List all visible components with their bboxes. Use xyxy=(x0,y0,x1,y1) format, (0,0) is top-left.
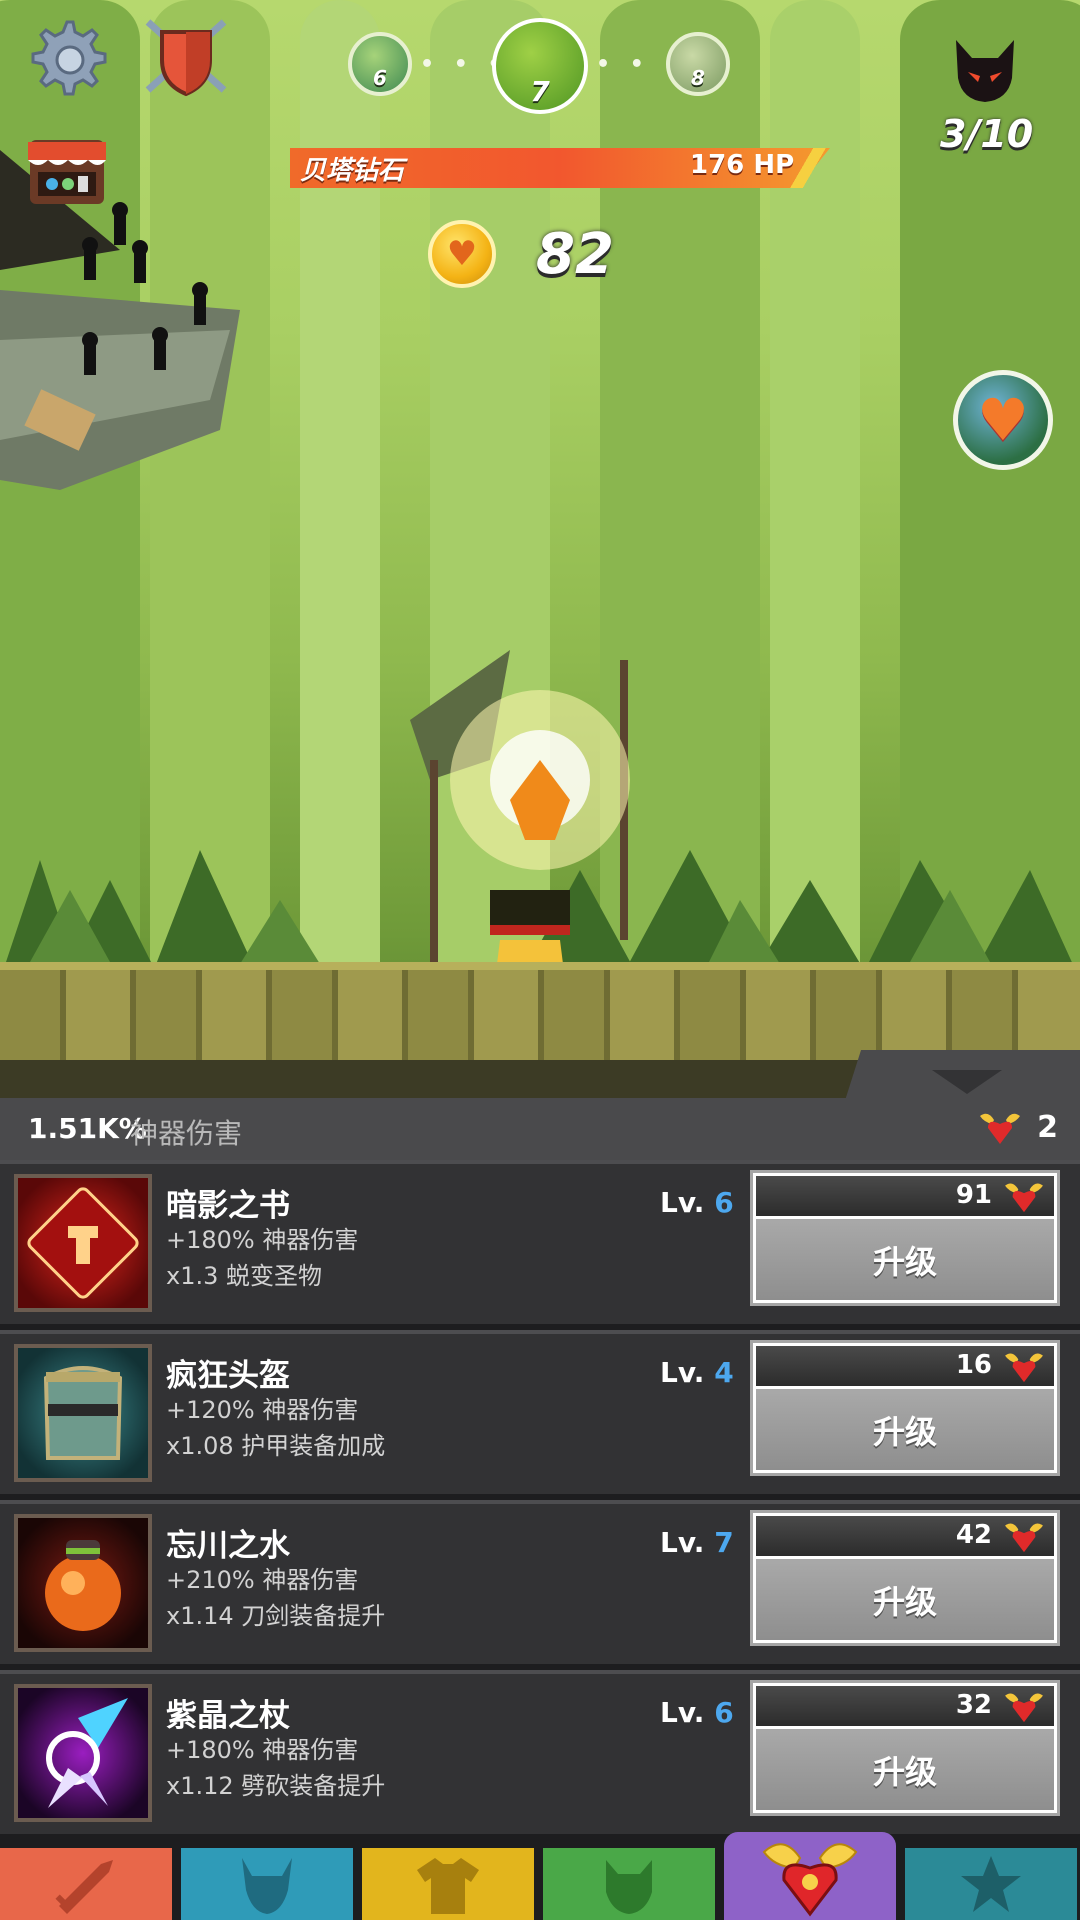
artifact-level: Lv. 7 xyxy=(660,1526,734,1559)
nav-tab-equipment[interactable] xyxy=(362,1848,534,1920)
nav-tab-ranking[interactable] xyxy=(905,1848,1077,1920)
upgrade-cost-bar: 42 xyxy=(756,1516,1054,1556)
boss-hp-value: 176 HP xyxy=(690,150,795,180)
artifact-level: Lv. 4 xyxy=(660,1356,734,1389)
winged-heart-gem-icon xyxy=(1005,1693,1043,1723)
upgrade-cost-bar: 32 xyxy=(756,1686,1054,1726)
upgrade-box: 32 升级 xyxy=(750,1680,1060,1816)
artifact-bonus: +180% 神器伤害 xyxy=(166,1226,359,1254)
total-damage-label: 神器伤害 xyxy=(130,1117,243,1150)
gear-icon[interactable] xyxy=(26,16,108,98)
artifact-name: 暗影之书 xyxy=(166,1188,290,1224)
artifact-row: 紫晶之杖 +180% 神器伤害 x1.12 劈砍装备提升 Lv. 6 32 升级 xyxy=(0,1670,1080,1834)
pet-icon xyxy=(606,1860,652,1914)
amethyst-staff-icon xyxy=(14,1684,152,1822)
artifact-effect: x1.12 劈砍装备提升 xyxy=(166,1772,386,1800)
artifact-row: 疯狂头盔 +120% 神器伤害 x1.08 护甲装备加成 Lv. 4 16 升级 xyxy=(0,1330,1080,1494)
helmet-icon xyxy=(14,1344,152,1482)
nav-tab-sword[interactable] xyxy=(0,1848,172,1920)
artifact-effect: x1.3 蜕变圣物 xyxy=(166,1262,322,1290)
upgrade-cost: 91 xyxy=(955,1180,992,1210)
potion-jar-icon xyxy=(14,1514,152,1652)
artifact-bonus: +180% 神器伤害 xyxy=(166,1736,359,1764)
artifact-level: Lv. 6 xyxy=(660,1696,734,1729)
winged-heart-gem-icon xyxy=(1005,1523,1043,1553)
artifact-panel-header: 1.51K% 神器伤害 2 xyxy=(0,1098,1080,1160)
upgrade-cost-bar: 91 xyxy=(756,1176,1054,1216)
heart-icon: ♥ xyxy=(977,386,1029,454)
gem-balance: 2 xyxy=(1037,1110,1058,1145)
stage-node-previous: 6 xyxy=(348,32,412,96)
upgrade-cost: 16 xyxy=(955,1350,992,1380)
heart-icon: ♥ xyxy=(446,234,478,274)
star-icon xyxy=(961,1856,1021,1912)
upgrade-button[interactable]: 升级 xyxy=(756,1729,1054,1810)
upgrade-cost-bar: 16 xyxy=(756,1346,1054,1386)
upgrade-box: 91 升级 xyxy=(750,1170,1060,1306)
stage-node-next: 8 xyxy=(666,32,730,96)
winged-heart-gem-icon xyxy=(980,1113,1020,1144)
nav-tab-hero[interactable] xyxy=(181,1848,353,1920)
nav-tab-pet[interactable] xyxy=(543,1848,715,1920)
artifact-effect: x1.14 刀剑装备提升 xyxy=(166,1602,386,1630)
coin-icon: ♥ xyxy=(428,220,496,288)
artifact-bonus: +210% 神器伤害 xyxy=(166,1566,359,1594)
bottom-nav xyxy=(0,1832,1080,1920)
winged-heart-icon xyxy=(762,1843,858,1917)
artifact-effect: x1.08 护甲装备加成 xyxy=(166,1432,386,1460)
artifact-bonus: +120% 神器伤害 xyxy=(166,1396,359,1424)
heart-orb-button[interactable]: ♥ xyxy=(953,370,1053,470)
coin-count: 82 xyxy=(536,222,614,287)
winged-heart-gem-icon xyxy=(1005,1183,1043,1213)
artifact-name: 疯狂头盔 xyxy=(166,1358,290,1394)
sword-icon xyxy=(55,1860,113,1914)
dark-book-icon xyxy=(14,1174,152,1312)
wave-progress: 3/10 xyxy=(940,112,1034,156)
shop-stall-icon[interactable] xyxy=(24,132,110,212)
demon-head-icon xyxy=(956,40,1014,102)
artifact-name: 忘川之水 xyxy=(166,1528,290,1564)
upgrade-box: 16 升级 xyxy=(750,1340,1060,1476)
artifact-row: 暗影之书 +180% 神器伤害 x1.3 蜕变圣物 Lv. 6 91 升级 xyxy=(0,1160,1080,1324)
winged-heart-gem-icon xyxy=(1005,1353,1043,1383)
artifact-row: 忘川之水 +210% 神器伤害 x1.14 刀剑装备提升 Lv. 7 42 升级 xyxy=(0,1500,1080,1664)
nav-tab-artifacts[interactable] xyxy=(724,1832,896,1920)
chevron-down-icon[interactable] xyxy=(932,1070,1002,1094)
shield-swords-icon[interactable] xyxy=(140,14,232,98)
upgrade-button[interactable]: 升级 xyxy=(756,1389,1054,1470)
stage-node-current: 7 xyxy=(492,18,588,114)
boss-name: 贝塔钻石 xyxy=(300,156,405,186)
shirt-icon xyxy=(417,1858,479,1914)
hero-helmet-icon xyxy=(242,1858,292,1914)
upgrade-cost: 32 xyxy=(955,1690,992,1720)
artifact-level: Lv. 6 xyxy=(660,1186,734,1219)
game-scene[interactable]: ♥ ♥ ♥ ♥ 6 • • • 7 • • • 8 3/10 xyxy=(0,0,1080,1100)
upgrade-button[interactable]: 升级 xyxy=(756,1559,1054,1640)
upgrade-box: 42 升级 xyxy=(750,1510,1060,1646)
upgrade-cost: 42 xyxy=(955,1520,992,1550)
artifact-name: 紫晶之杖 xyxy=(166,1698,290,1734)
upgrade-button[interactable]: 升级 xyxy=(756,1219,1054,1300)
